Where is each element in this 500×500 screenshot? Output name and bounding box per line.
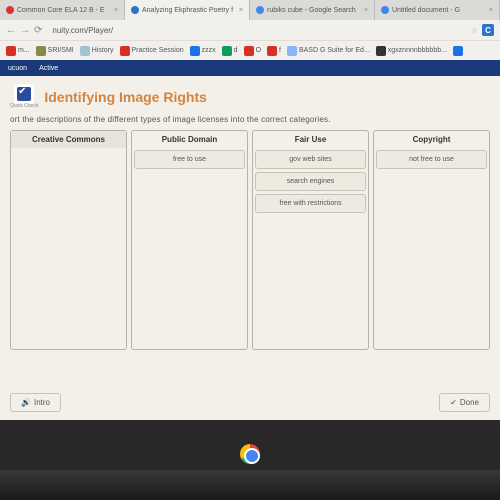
category-body[interactable] — [11, 148, 126, 349]
category-fair-use[interactable]: Fair Use gov web sites search engines fr… — [252, 130, 369, 350]
draggable-chip[interactable]: search engines — [255, 172, 366, 191]
keyboard — [0, 470, 500, 500]
bookmark-icon — [6, 46, 16, 56]
bookmark-icon — [190, 46, 200, 56]
done-button[interactable]: Done — [439, 393, 490, 412]
category-header: Public Domain — [132, 131, 247, 148]
content-area: Quick Check Identifying Image Rights ort… — [0, 76, 500, 420]
bookmark-icon — [80, 46, 90, 56]
extension-icon[interactable]: C — [482, 24, 494, 36]
bookmark[interactable]: Practice Session — [120, 46, 184, 56]
bookmark[interactable]: O — [244, 46, 261, 56]
bookmark-icon — [453, 46, 463, 56]
bookmark-icon — [120, 46, 130, 56]
category-header: Creative Commons — [11, 131, 126, 148]
instructions: ort the descriptions of the different ty… — [10, 115, 490, 124]
star-icon[interactable]: ☆ — [471, 26, 478, 35]
quick-check-label: Quick Check — [10, 104, 38, 109]
draggable-chip[interactable]: gov web sites — [255, 150, 366, 169]
browser-tabs: Common Core ELA 12 B - E × Analyzing Ekph… — [0, 0, 500, 20]
bookmark-icon — [376, 46, 386, 56]
taskbar — [0, 438, 500, 470]
bookmark-icon — [36, 46, 46, 56]
chrome-icon[interactable] — [240, 444, 260, 464]
url-text[interactable]: nuity.com/Player/ — [46, 24, 466, 37]
bookmark[interactable] — [453, 46, 465, 56]
draggable-chip[interactable]: not free to use — [376, 150, 487, 169]
category-public-domain[interactable]: Public Domain free to use — [131, 130, 248, 350]
draggable-chip[interactable]: free with restrictions — [255, 194, 366, 213]
url-bar: ← → ⟳ nuity.com/Player/ ☆ C — [0, 20, 500, 40]
category-creative-commons[interactable]: Creative Commons — [10, 130, 127, 350]
bookmark[interactable]: m... — [6, 46, 30, 56]
tab-label: Untitled document - G — [392, 7, 460, 14]
app-bar-text: Active — [39, 65, 58, 72]
tab-label: Common Core ELA 12 B - E — [17, 7, 105, 14]
categories: Creative Commons Public Domain free to u… — [10, 130, 490, 350]
close-icon[interactable]: × — [239, 7, 243, 14]
bookmark[interactable]: SRI/SMI — [36, 46, 74, 56]
page-title: Identifying Image Rights — [44, 89, 207, 105]
tab-3[interactable]: Untitled document - G × — [375, 0, 500, 20]
bookmark[interactable]: BASD G Suite for Ed... — [287, 46, 370, 56]
bookmark[interactable]: xgxznnnnbbbbbb... — [376, 46, 447, 56]
tab-icon — [256, 6, 264, 14]
tab-icon — [381, 6, 389, 14]
close-icon[interactable]: × — [364, 7, 368, 14]
tab-label: rubiks cube - Google Search — [267, 7, 356, 14]
tab-1[interactable]: Analyzing Ekphrastic Poetry f × — [125, 0, 250, 20]
bookmark[interactable]: f — [267, 46, 281, 56]
category-body[interactable]: not free to use — [374, 148, 489, 349]
tab-2[interactable]: rubiks cube - Google Search × — [250, 0, 375, 20]
category-body[interactable]: free to use — [132, 148, 247, 349]
bookmark[interactable]: d — [222, 46, 238, 56]
category-header: Fair Use — [253, 131, 368, 148]
bookmark-bar: m... SRI/SMI History Practice Session zz… — [0, 40, 500, 60]
tab-icon — [6, 6, 14, 14]
quick-check-icon — [14, 84, 34, 104]
tab-0[interactable]: Common Core ELA 12 B - E × — [0, 0, 125, 20]
draggable-chip[interactable]: free to use — [134, 150, 245, 169]
forward-icon[interactable]: → — [20, 25, 30, 36]
tab-label: Analyzing Ekphrastic Poetry f — [142, 7, 233, 14]
close-icon[interactable]: × — [114, 7, 118, 14]
app-bar-text: ucuon — [8, 65, 27, 72]
bookmark-icon — [244, 46, 254, 56]
bookmark-icon — [222, 46, 232, 56]
bookmark-icon — [287, 46, 297, 56]
close-icon[interactable]: × — [489, 7, 493, 14]
category-header: Copyright — [374, 131, 489, 148]
back-icon[interactable]: ← — [6, 25, 16, 36]
bookmark[interactable]: History — [80, 46, 114, 56]
tab-icon — [131, 6, 139, 14]
bookmark-icon — [267, 46, 277, 56]
category-copyright[interactable]: Copyright not free to use — [373, 130, 490, 350]
bookmark[interactable]: zzzx — [190, 46, 216, 56]
reload-icon[interactable]: ⟳ — [34, 25, 42, 36]
category-body[interactable]: gov web sites search engines free with r… — [253, 148, 368, 349]
intro-button[interactable]: Intro — [10, 393, 61, 412]
app-bar: ucuon Active — [0, 60, 500, 76]
